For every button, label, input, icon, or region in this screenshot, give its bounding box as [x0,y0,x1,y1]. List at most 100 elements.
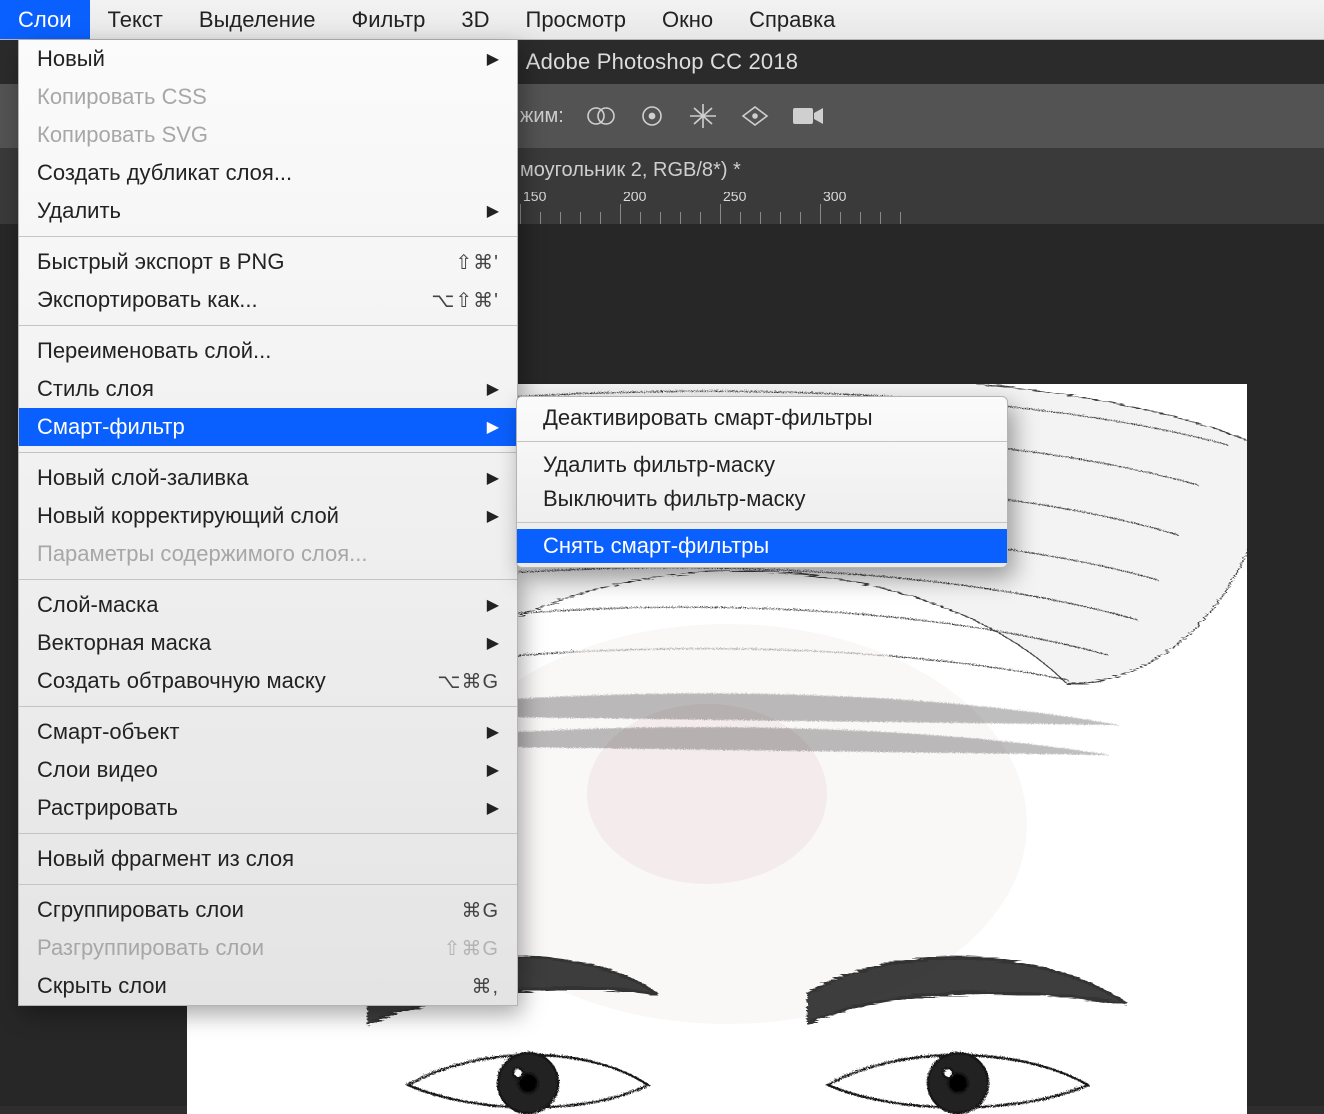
menu-item-label: Слои видео [37,757,158,783]
submenu-arrow-icon: ▶ [487,798,499,818]
menubar-item-фильтр[interactable]: Фильтр [333,0,443,39]
menu-item[interactable]: Смарт-объект ▶ [19,713,517,751]
menu-separator [19,833,517,834]
menu-item-shortcut: ⌥⌘G [437,669,499,694]
menu-item-label: Смарт-фильтр [37,414,185,440]
submenu-item-label: Деактивировать смарт-фильтры [543,405,873,431]
menu-item-label: Удалить [37,198,121,224]
menubar-item-текст[interactable]: Текст [90,0,181,39]
submenu-arrow-icon: ▶ [487,201,499,221]
submenu-arrow-icon: ▶ [487,633,499,653]
ruler-tick [840,212,860,224]
align-target-icon[interactable] [638,102,666,130]
submenu-arrow-icon: ▶ [487,506,499,526]
menu-item[interactable]: Скрыть слои ⌘, [19,967,517,1005]
menu-item[interactable]: Растрировать ▶ [19,789,517,827]
menu-item-label: Слой-маска [37,592,159,618]
menu-item-shortcut: ⌘, [471,974,499,999]
submenu-arrow-icon: ▶ [487,468,499,488]
menu-item[interactable]: Векторная маска ▶ [19,624,517,662]
ruler-tick [900,212,920,224]
submenu-arrow-icon: ▶ [487,722,499,742]
menu-item[interactable]: Новый ▶ [19,40,517,78]
menu-item[interactable]: Смарт-фильтр▶ [19,408,517,446]
menu-item-label: Новый [37,46,105,72]
menu-separator [19,579,517,580]
path-ops-icon[interactable] [586,103,616,129]
ruler-label: 150 [523,192,546,204]
menu-item-shortcut: ⇧⌘' [455,250,499,275]
ruler-tick [740,212,760,224]
menu-item[interactable]: Создать обтравочную маску ⌥⌘G [19,662,517,700]
menu-separator [517,522,1007,523]
submenu-arrow-icon: ▶ [487,760,499,780]
menu-item-label: Создать дубликат слоя... [37,160,292,186]
arrange-icon[interactable] [740,103,770,129]
menu-item-label: Переименовать слой... [37,338,271,364]
menu-item[interactable]: Сгруппировать слои⌘G [19,891,517,929]
menubar-item-слои[interactable]: Слои [0,0,90,39]
menu-item-label: Растрировать [37,795,178,821]
menu-item[interactable]: Удалить ▶ [19,192,517,230]
menubar-item-справка[interactable]: Справка [731,0,853,39]
menu-item-label: Скрыть слои [37,973,167,999]
document-tab-label: моугольник 2, RGB/8*) * [520,159,741,182]
menu-item-label: Экспортировать как... [37,287,258,313]
submenu-arrow-icon: ▶ [487,49,499,69]
menu-item-label: Копировать CSS [37,84,207,110]
submenu-item[interactable]: Снять смарт-фильтры [517,529,1007,563]
submenu-arrow-icon: ▶ [487,379,499,399]
menu-item-label: Сгруппировать слои [37,897,244,923]
ruler-tick [880,212,900,224]
menubar-item-3d[interactable]: 3D [443,0,507,39]
camera-icon[interactable] [792,105,824,127]
menu-item-label: Смарт-объект [37,719,179,745]
submenu-arrow-icon: ▶ [487,595,499,615]
menubar-item-окно[interactable]: Окно [644,0,731,39]
menu-item[interactable]: Новый слой-заливка ▶ [19,459,517,497]
menu-item-label: Копировать SVG [37,122,208,148]
submenu-item[interactable]: Выключить фильтр-маску [517,482,1007,516]
menu-separator [19,452,517,453]
ruler-tick: 150 [520,204,540,224]
menu-item[interactable]: Создать дубликат слоя... [19,154,517,192]
menu-item[interactable]: Быстрый экспорт в PNG⇧⌘' [19,243,517,281]
ruler-tick [680,212,700,224]
menu-item[interactable]: Новый фрагмент из слоя [19,840,517,878]
menu-item-label: Разгруппировать слои [37,935,264,961]
ruler-tick [780,212,800,224]
menu-item-shortcut: ⇧⌘G [444,936,499,961]
menu-separator [19,706,517,707]
menubar-item-выделение[interactable]: Выделение [181,0,334,39]
menu-item[interactable]: Новый корректирующий слой ▶ [19,497,517,535]
ruler-label: 300 [823,192,846,204]
submenu-item-label: Снять смарт-фильтры [543,533,769,559]
menubar: СлоиТекстВыделениеФильтр3DПросмотрОкноСп… [0,0,1324,40]
submenu-item[interactable]: Удалить фильтр-маску [517,448,1007,482]
smart-filter-submenu: Деактивировать смарт-фильтры Удалить филь… [516,396,1008,568]
menu-separator [19,884,517,885]
menu-item-label: Векторная маска [37,630,211,656]
menu-item-shortcut: ⌥⇧⌘' [431,288,499,313]
ruler-tick: 250 [720,204,740,224]
menubar-item-просмотр[interactable]: Просмотр [508,0,644,39]
menu-item-label: Создать обтравочную маску [37,668,326,694]
ruler-tick: 200 [620,204,640,224]
menu-item[interactable]: Экспортировать как... ⌥⇧⌘' [19,281,517,319]
menu-item[interactable]: Слой-маска ▶ [19,586,517,624]
menu-item-label: Параметры содержимого слоя... [37,541,368,567]
mode-label: жим: [520,105,564,128]
ruler-tick [560,212,580,224]
submenu-item[interactable]: Деактивировать смарт-фильтры [517,401,1007,435]
ruler-tick [600,212,620,224]
menu-item[interactable]: Слои видео ▶ [19,751,517,789]
app-title: Adobe Photoshop CC 2018 [526,49,798,75]
ruler-tick [580,212,600,224]
menu-item[interactable]: Переименовать слой... [19,332,517,370]
menu-item-label: Новый корректирующий слой [37,503,339,529]
menu-item: Копировать CSS [19,78,517,116]
submenu-item-label: Выключить фильтр-маску [543,486,805,512]
menu-item[interactable]: Стиль слоя▶ [19,370,517,408]
menu-item-label: Новый слой-заливка [37,465,248,491]
align-icon[interactable] [688,102,718,130]
